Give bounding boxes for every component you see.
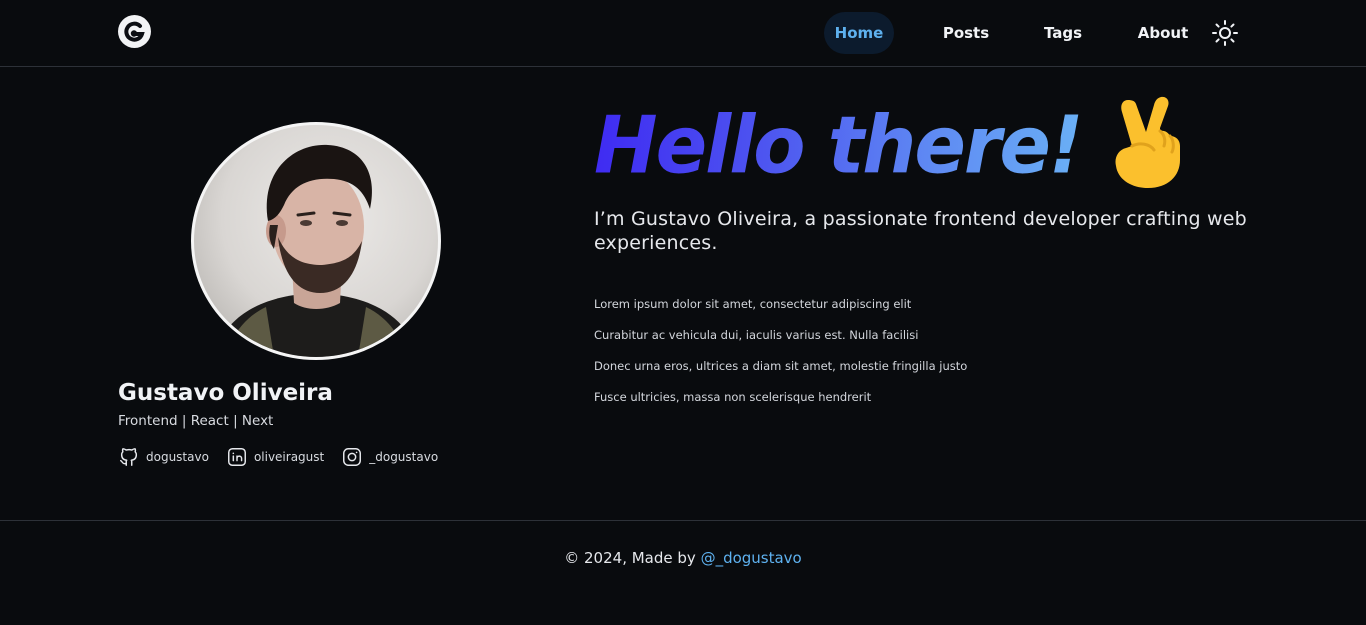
site-header: Home Posts Tags About (0, 0, 1366, 67)
profile-role: Frontend | React | Next (118, 413, 274, 429)
profile-name: Gustavo Oliveira (118, 380, 333, 406)
logo-g-icon[interactable] (118, 15, 151, 48)
instagram-username: _dogustavo (369, 450, 439, 464)
linkedin-icon (227, 448, 246, 466)
hero-title-text: Hello there! (594, 97, 1084, 191)
list-item: Donec urna eros, ultrices a diam sit ame… (594, 359, 968, 373)
footer-label: © 2024, Made by (564, 549, 696, 567)
nav-tags-link[interactable]: Tags (1028, 12, 1098, 54)
hero-intro: I’m Gustavo Oliveira, a passionate front… (594, 208, 1247, 254)
nav-home-link[interactable]: Home (824, 12, 894, 54)
theme-toggle-button[interactable] (1210, 18, 1240, 48)
intro-list: Lorem ipsum dolor sit amet, consectetur … (594, 297, 967, 421)
github-icon (120, 448, 138, 466)
list-item: Curabitur ac vehicula dui, iaculis variu… (594, 328, 919, 342)
list-item: Lorem ipsum dolor sit amet, consectetur … (594, 297, 912, 311)
instagram-icon (343, 448, 362, 466)
github-username: dogustavo (146, 450, 209, 464)
victory-hand-emoji (1106, 94, 1186, 194)
footer-author-link[interactable]: @_dogustavo (701, 549, 802, 567)
site-footer: © 2024, Made by @_dogustavo (0, 520, 1366, 625)
instagram-link[interactable]: _dogustavo (341, 446, 438, 468)
profile-avatar (191, 122, 441, 360)
linkedin-username: oliveiragust (253, 450, 325, 464)
nav-about-link[interactable]: About (1130, 12, 1196, 54)
hero-heading: Hello there! (594, 92, 1186, 196)
list-item: Fusce ultricies, massa non scelerisque h… (594, 390, 872, 404)
nav-posts-link[interactable]: Posts (926, 12, 1006, 54)
linkedin-link[interactable]: oliveiragust (226, 446, 324, 468)
sun-icon (1212, 20, 1238, 46)
footer-copyright: © 2024, Made by @_dogustavo (0, 549, 1366, 567)
github-link[interactable]: dogustavo (118, 446, 209, 468)
main-nav: Home Posts Tags About (824, 12, 1240, 54)
social-links: dogustavo oliveiragust _dogustavo (118, 446, 455, 468)
